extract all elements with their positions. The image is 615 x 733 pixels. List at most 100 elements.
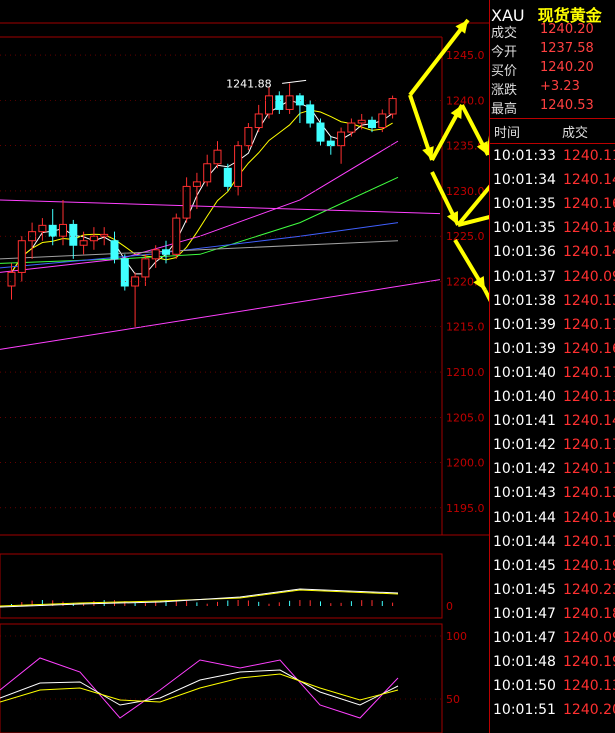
trade-time: 10:01:33 xyxy=(493,148,556,164)
trade-row: 10:01:44 1240.19 xyxy=(493,510,615,534)
candle-up xyxy=(265,95,273,115)
trade-row: 10:01:47 1240.18 xyxy=(493,606,615,630)
candle-down xyxy=(368,119,376,129)
candle-up xyxy=(89,235,98,242)
trade-row: 10:01:41 1240.14 xyxy=(493,413,615,437)
quote-label: 买价 xyxy=(491,64,518,79)
trade-time: 10:01:48 xyxy=(493,654,556,671)
trade-row: 10:01:44 1240.17 xyxy=(493,534,615,558)
candle-down xyxy=(326,140,335,147)
trade-time: 10:01:44 xyxy=(493,509,556,526)
candle-up xyxy=(337,131,346,147)
candle-down xyxy=(110,240,119,260)
candle-up xyxy=(203,163,212,183)
trade-price: 1240.19 xyxy=(563,654,615,671)
kdj-frame xyxy=(0,623,443,733)
candle-up xyxy=(182,185,191,219)
trade-time: 10:01:41 xyxy=(493,413,556,430)
ma-line-gray xyxy=(0,240,399,260)
price-tick-label: 1200.0 xyxy=(446,457,485,470)
price-tick-label: 1235.0 xyxy=(446,140,485,153)
trade-time: 10:01:40 xyxy=(493,389,556,405)
candle-up xyxy=(172,217,181,255)
macd-dea-line xyxy=(0,589,399,607)
quote-value: 1240.20 xyxy=(540,60,594,75)
quote-row: 买价 1240.20 xyxy=(490,60,615,80)
trade-row: 10:01:50 1240.13 xyxy=(493,678,615,702)
candle-up xyxy=(151,249,160,260)
trade-time: 10:01:42 xyxy=(493,437,556,454)
candle-up xyxy=(7,271,16,287)
trade-price: 1240.17 xyxy=(563,461,615,478)
trade-time: 10:01:44 xyxy=(493,533,556,550)
price-tick-label: 1210.0 xyxy=(446,366,485,379)
trade-time: 10:01:37 xyxy=(493,268,556,285)
candle-down xyxy=(275,95,284,110)
trade-price: 1240.19 xyxy=(563,557,615,574)
trade-price: 1240.13 xyxy=(563,292,615,309)
trade-price: 1240.13 xyxy=(563,389,615,405)
candle-down xyxy=(120,258,129,287)
trade-price: 1240.18 xyxy=(563,605,615,622)
quote-value: 1237.58 xyxy=(540,41,594,56)
candle-up xyxy=(244,127,253,147)
quote-row: 今开 1237.58 xyxy=(490,41,615,61)
quote-value: 1240.53 xyxy=(540,98,594,113)
trade-price: 1240.09 xyxy=(563,268,615,285)
trade-list-header: 时间 成交 xyxy=(490,118,615,144)
trade-row: 10:01:35 1240.16 xyxy=(493,196,615,220)
trade-time: 10:01:35 xyxy=(493,196,556,213)
candle-up xyxy=(347,122,356,133)
trade-row: 10:01:47 1240.09 xyxy=(493,630,615,654)
trade-price: 1240.17 xyxy=(563,364,615,381)
trade-time: 10:01:39 xyxy=(493,340,556,357)
trade-time: 10:01:36 xyxy=(493,244,556,261)
kdj-tick-label: 100 xyxy=(446,630,467,643)
trade-row: 10:01:40 1240.13 xyxy=(493,389,615,413)
quote-row: 最高 1240.53 xyxy=(490,98,615,118)
trade-time: 10:01:45 xyxy=(493,581,556,598)
trade-time: 10:01:40 xyxy=(493,364,556,381)
high-price-annotation: 1241.88 xyxy=(226,77,272,90)
kdj-k-line xyxy=(0,669,399,706)
price-chart[interactable]: 1241.88 1245.01240.01235.01230.01225.012… xyxy=(0,0,489,733)
candle-up xyxy=(234,145,243,187)
macd-subchart: 0 xyxy=(0,553,453,619)
trade-row: 10:01:39 1240.17 xyxy=(493,317,615,341)
candle-down xyxy=(48,224,57,237)
candle-up xyxy=(59,223,67,237)
candle-down xyxy=(316,122,325,142)
candlesticks xyxy=(7,79,397,327)
trade-row: 10:01:45 1240.19 xyxy=(493,558,615,582)
trade-row: 10:01:38 1240.13 xyxy=(493,293,615,317)
candle-up xyxy=(357,119,366,124)
trade-time: 10:01:39 xyxy=(493,316,556,333)
candle-up xyxy=(141,258,150,278)
trade-row: 10:01:35 1240.18 xyxy=(493,220,615,244)
trade-row: 10:01:40 1240.17 xyxy=(493,365,615,389)
trade-price: 1240.20 xyxy=(563,702,615,719)
trade-row: 10:01:39 1240.16 xyxy=(493,341,615,365)
trade-price: 1240.14 xyxy=(563,413,615,430)
candle-up xyxy=(285,95,294,110)
candle-up xyxy=(38,224,47,233)
trade-time: 10:01:42 xyxy=(493,461,556,478)
trade-time: 10:01:45 xyxy=(493,557,556,574)
trade-time: 10:01:43 xyxy=(493,485,556,502)
ma-line-magenta xyxy=(0,140,399,273)
trade-price: 1240.23 xyxy=(563,581,615,598)
price-tick-label: 1215.0 xyxy=(446,321,485,334)
trade-time: 10:01:34 xyxy=(493,172,556,189)
trade-time: 10:01:50 xyxy=(493,678,556,695)
candle-down xyxy=(223,167,232,187)
trade-price: 1240.16 xyxy=(563,340,615,357)
candle-up xyxy=(378,113,387,129)
candle-up xyxy=(254,113,263,129)
trade-row: 10:01:42 1240.17 xyxy=(493,461,615,485)
quote-row: 成交 1240.20 xyxy=(490,22,615,42)
trade-price: 1240.09 xyxy=(563,630,615,646)
trade-price: 1240.14 xyxy=(563,172,615,189)
candle-down xyxy=(295,95,304,106)
price-tick-label: 1245.0 xyxy=(446,49,485,62)
trade-price: 1240.16 xyxy=(563,196,615,213)
